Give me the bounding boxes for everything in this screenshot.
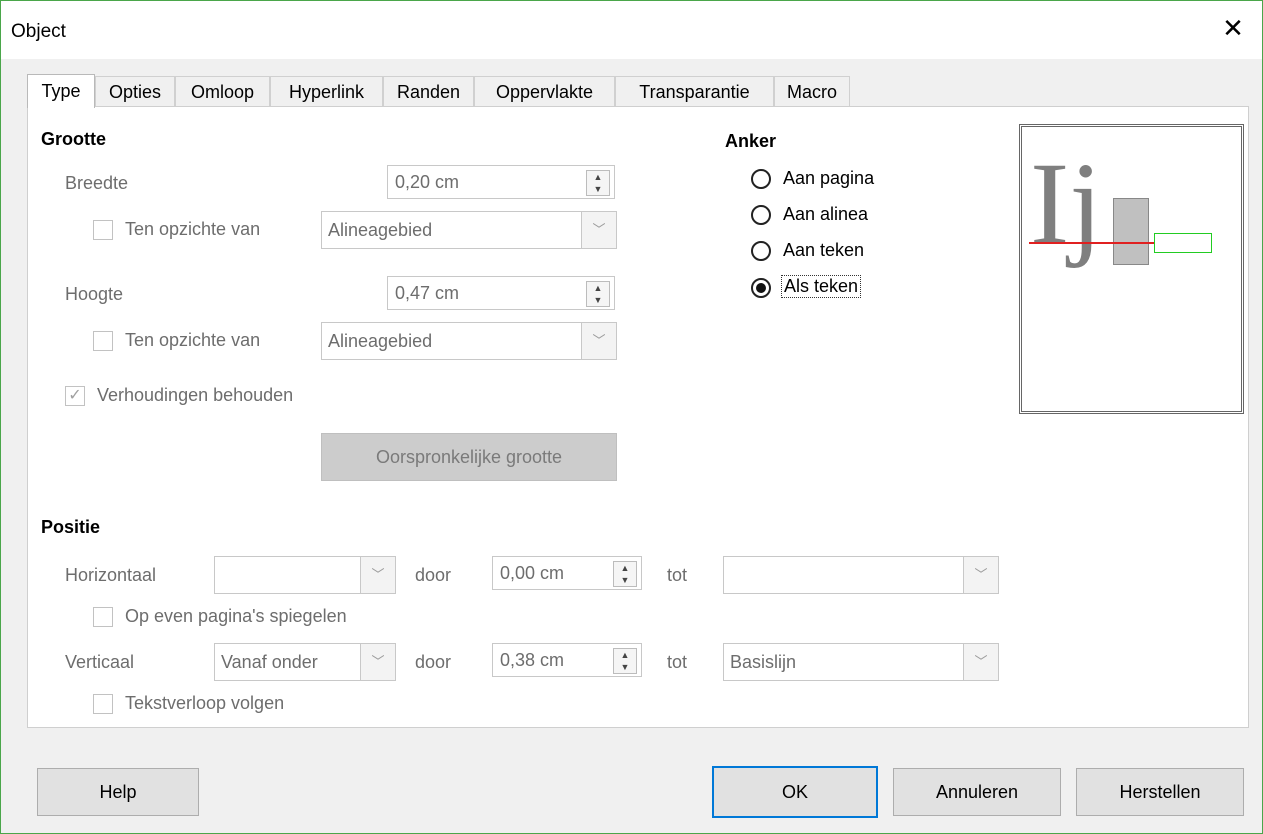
tab-type[interactable]: Type	[27, 74, 95, 108]
horizontal-select[interactable]: ﹀	[214, 556, 396, 594]
tab-macro[interactable]: Macro	[774, 76, 850, 106]
vertical-select[interactable]: Vanaf onder ﹀	[214, 643, 396, 681]
preview-object-box	[1113, 198, 1149, 265]
anchor-label-as-character: Als teken	[781, 275, 862, 298]
follow-text-flow-checkbox[interactable]	[93, 694, 113, 714]
width-value: 0,20 cm	[395, 172, 460, 192]
help-button[interactable]: Help	[37, 768, 199, 816]
tab-opties[interactable]: Opties	[95, 76, 175, 106]
anchor-heading: Anker	[725, 131, 777, 151]
chevron-down-icon: ﹀	[581, 323, 616, 359]
height-relative-label: Ten opzichte van	[125, 330, 261, 350]
anchor-label-character: Aan teken	[783, 240, 865, 260]
preview-baseline	[1029, 242, 1154, 244]
height-relative-select[interactable]: Alineagebied ﹀	[321, 322, 617, 360]
horizontal-by-spinbox[interactable]: 0,00 cm ▲ ▼	[492, 556, 642, 590]
dialog-title: Object	[11, 21, 66, 42]
horizontal-by-spin-buttons[interactable]: ▲ ▼	[613, 561, 637, 587]
vertical-by-spin-buttons[interactable]: ▲ ▼	[613, 648, 637, 674]
height-value: 0,47 cm	[395, 283, 460, 303]
mirror-checkbox[interactable]	[93, 607, 113, 627]
width-spinbox[interactable]: 0,20 cm ▲ ▼	[387, 165, 615, 199]
position-heading: Positie	[41, 517, 101, 537]
tab-omloop[interactable]: Omloop	[175, 76, 270, 106]
height-label: Hoogte	[65, 284, 124, 304]
vertical-by-spinbox[interactable]: 0,38 cm ▲ ▼	[492, 643, 642, 677]
preview-glyphs: Ij	[1030, 138, 1103, 269]
preview-text-frame	[1154, 233, 1212, 253]
vertical-by-value: 0,38 cm	[500, 650, 565, 670]
width-spin-buttons[interactable]: ▲ ▼	[586, 170, 610, 196]
vertical-value: Vanaf onder	[221, 652, 318, 672]
anchor-radio-character[interactable]	[751, 241, 771, 261]
horizontal-by-value: 0,00 cm	[500, 563, 565, 583]
object-dialog: Object ✕ Type Opties Omloop Hyperlink Ra…	[0, 0, 1263, 834]
chevron-down-icon: ﹀	[963, 644, 998, 680]
height-spin-buttons[interactable]: ▲ ▼	[586, 281, 610, 307]
horizontal-by-label: door	[415, 565, 452, 585]
anchor-label-page: Aan pagina	[783, 168, 875, 188]
tab-oppervlakte[interactable]: Oppervlakte	[474, 76, 615, 106]
vertical-to-select[interactable]: Basislijn ﹀	[723, 643, 999, 681]
title-bar: Object ✕	[1, 1, 1262, 59]
chevron-down-icon: ﹀	[581, 212, 616, 248]
anchor-radio-paragraph[interactable]	[751, 205, 771, 225]
tab-randen[interactable]: Randen	[383, 76, 474, 106]
height-relative-checkbox[interactable]	[93, 331, 113, 351]
close-icon[interactable]: ✕	[1218, 13, 1248, 44]
mirror-label: Op even pagina's spiegelen	[125, 606, 347, 626]
size-heading: Grootte	[41, 129, 106, 149]
keep-ratio-label: Verhoudingen behouden	[97, 385, 294, 405]
anchor-preview: Ij	[1019, 124, 1244, 414]
tab-transparantie[interactable]: Transparantie	[615, 76, 774, 106]
horizontal-label: Horizontaal	[65, 565, 157, 585]
vertical-to-label: tot	[667, 652, 688, 672]
reset-button[interactable]: Herstellen	[1076, 768, 1244, 816]
height-relative-value: Alineagebied	[328, 331, 433, 351]
anchor-radio-as-character[interactable]	[751, 278, 771, 298]
original-size-button[interactable]: Oorspronkelijke grootte	[321, 433, 617, 481]
width-relative-value: Alineagebied	[328, 220, 433, 240]
anchor-label-paragraph: Aan alinea	[783, 204, 869, 224]
width-relative-select[interactable]: Alineagebied ﹀	[321, 211, 617, 249]
keep-ratio-checkbox[interactable]: ✓	[65, 386, 85, 406]
chevron-down-icon: ﹀	[360, 557, 395, 593]
width-relative-checkbox[interactable]	[93, 220, 113, 240]
ok-button[interactable]: OK	[712, 766, 878, 818]
vertical-to-value: Basislijn	[730, 652, 797, 672]
height-spinbox[interactable]: 0,47 cm ▲ ▼	[387, 276, 615, 310]
width-label: Breedte	[65, 173, 129, 193]
width-relative-label: Ten opzichte van	[125, 219, 261, 239]
anchor-radio-page[interactable]	[751, 169, 771, 189]
cancel-button[interactable]: Annuleren	[893, 768, 1061, 816]
chevron-down-icon: ﹀	[963, 557, 998, 593]
horizontal-to-label: tot	[667, 565, 688, 585]
vertical-by-label: door	[415, 652, 452, 672]
horizontal-to-select[interactable]: ﹀	[723, 556, 999, 594]
chevron-down-icon: ﹀	[360, 644, 395, 680]
tab-hyperlink[interactable]: Hyperlink	[270, 76, 383, 106]
vertical-label: Verticaal	[65, 652, 135, 672]
follow-text-flow-label: Tekstverloop volgen	[125, 693, 285, 713]
